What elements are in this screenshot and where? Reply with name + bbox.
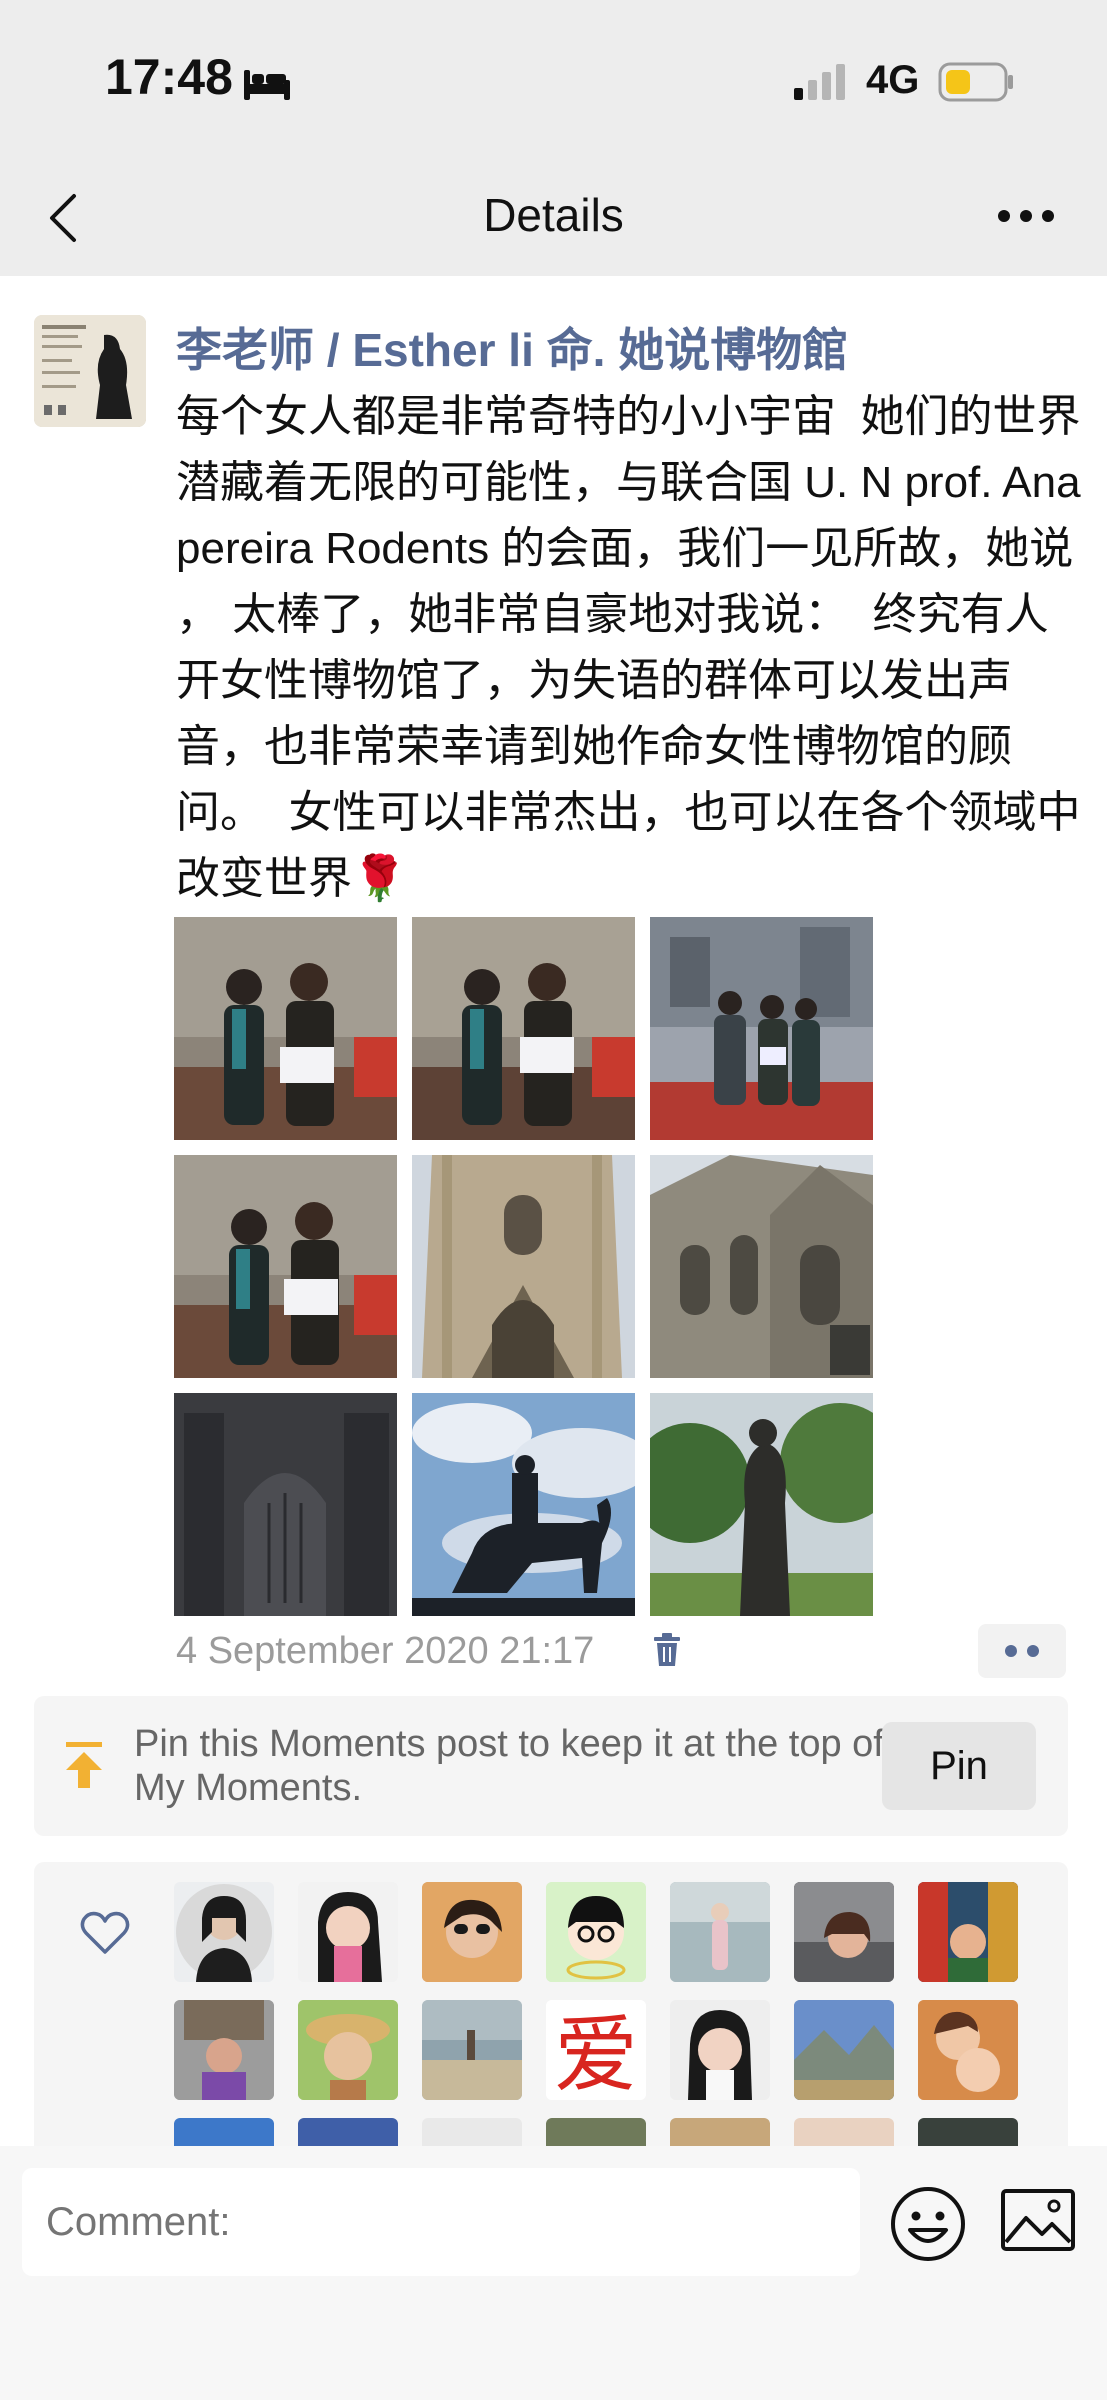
liker-avatar[interactable] <box>794 1882 894 1982</box>
rose-emoji: 🌹 <box>352 854 407 903</box>
status-time: 17:48 <box>105 49 233 105</box>
dots-icon <box>1005 1645 1039 1657</box>
photo-women-certificate-2[interactable] <box>412 917 635 1140</box>
emoji-icon[interactable] <box>888 2184 968 2264</box>
photo-church-side[interactable] <box>650 1155 873 1378</box>
post-actions-button[interactable] <box>978 1624 1066 1678</box>
heart-icon <box>80 1911 130 1954</box>
liker-avatar[interactable] <box>794 2000 894 2100</box>
nav-bar: Details <box>0 160 1107 276</box>
liker-avatar[interactable] <box>174 1882 274 1982</box>
post-text: 每个女人都是非常奇特的小小宇宙 她们的世界潜藏着无限的可能性，与联合国 U. N… <box>176 384 1081 912</box>
liker-avatar[interactable] <box>174 2000 274 2100</box>
battery-icon <box>938 62 1013 102</box>
photo-women-certificate-3[interactable] <box>174 1155 397 1378</box>
image-icon[interactable] <box>1000 2188 1076 2252</box>
liker-avatar[interactable] <box>298 2000 398 2100</box>
author-avatar[interactable] <box>34 315 146 427</box>
liker-avatar[interactable] <box>422 1882 522 1982</box>
svg-text:爱: 爱 <box>554 2006 638 2100</box>
network-label: 4G <box>866 58 920 102</box>
signal-icon <box>794 64 845 100</box>
liker-avatar[interactable] <box>298 1882 398 1982</box>
comment-bar <box>0 2146 1107 2400</box>
more-icon[interactable] <box>996 208 1056 224</box>
pin-button[interactable]: Pin <box>882 1722 1036 1810</box>
photo-church-dark[interactable] <box>174 1393 397 1616</box>
photo-women-certificate-1[interactable] <box>174 917 397 1140</box>
trash-icon[interactable] <box>652 1632 682 1668</box>
liker-avatar[interactable] <box>546 1882 646 1982</box>
bed-icon <box>244 70 290 100</box>
liker-avatar[interactable] <box>918 1882 1018 1982</box>
liker-avatar[interactable] <box>918 2000 1018 2100</box>
liker-avatar[interactable] <box>422 2000 522 2100</box>
photo-church-facade[interactable] <box>412 1155 635 1378</box>
liker-avatar[interactable]: 爱 <box>546 2000 646 2100</box>
author-name[interactable]: 李老师 / Esther li 命. 她说博物館 <box>176 314 848 380</box>
liker-avatar[interactable] <box>670 2000 770 2100</box>
post-body: 每个女人都是非常奇特的小小宇宙 她们的世界潜藏着无限的可能性，与联合国 U. N… <box>176 392 1093 903</box>
status-bar: 17:48 4G <box>0 0 1107 160</box>
post-timestamp: 4 September 2020 21:17 <box>176 1630 595 1672</box>
comment-input[interactable] <box>22 2168 860 2276</box>
likes-section: 爱 <box>34 1862 1068 2152</box>
pin-banner: Pin this Moments post to keep it at the … <box>34 1696 1068 1836</box>
liker-avatar[interactable] <box>670 1882 770 1982</box>
photo-group-mural[interactable] <box>650 917 873 1140</box>
page-title: Details <box>483 189 624 241</box>
photo-statue-trees[interactable] <box>650 1393 873 1616</box>
pin-description: Pin this Moments post to keep it at the … <box>134 1723 884 1809</box>
photo-equestrian-statue[interactable] <box>412 1393 635 1616</box>
pin-to-top-icon <box>66 1742 102 1788</box>
